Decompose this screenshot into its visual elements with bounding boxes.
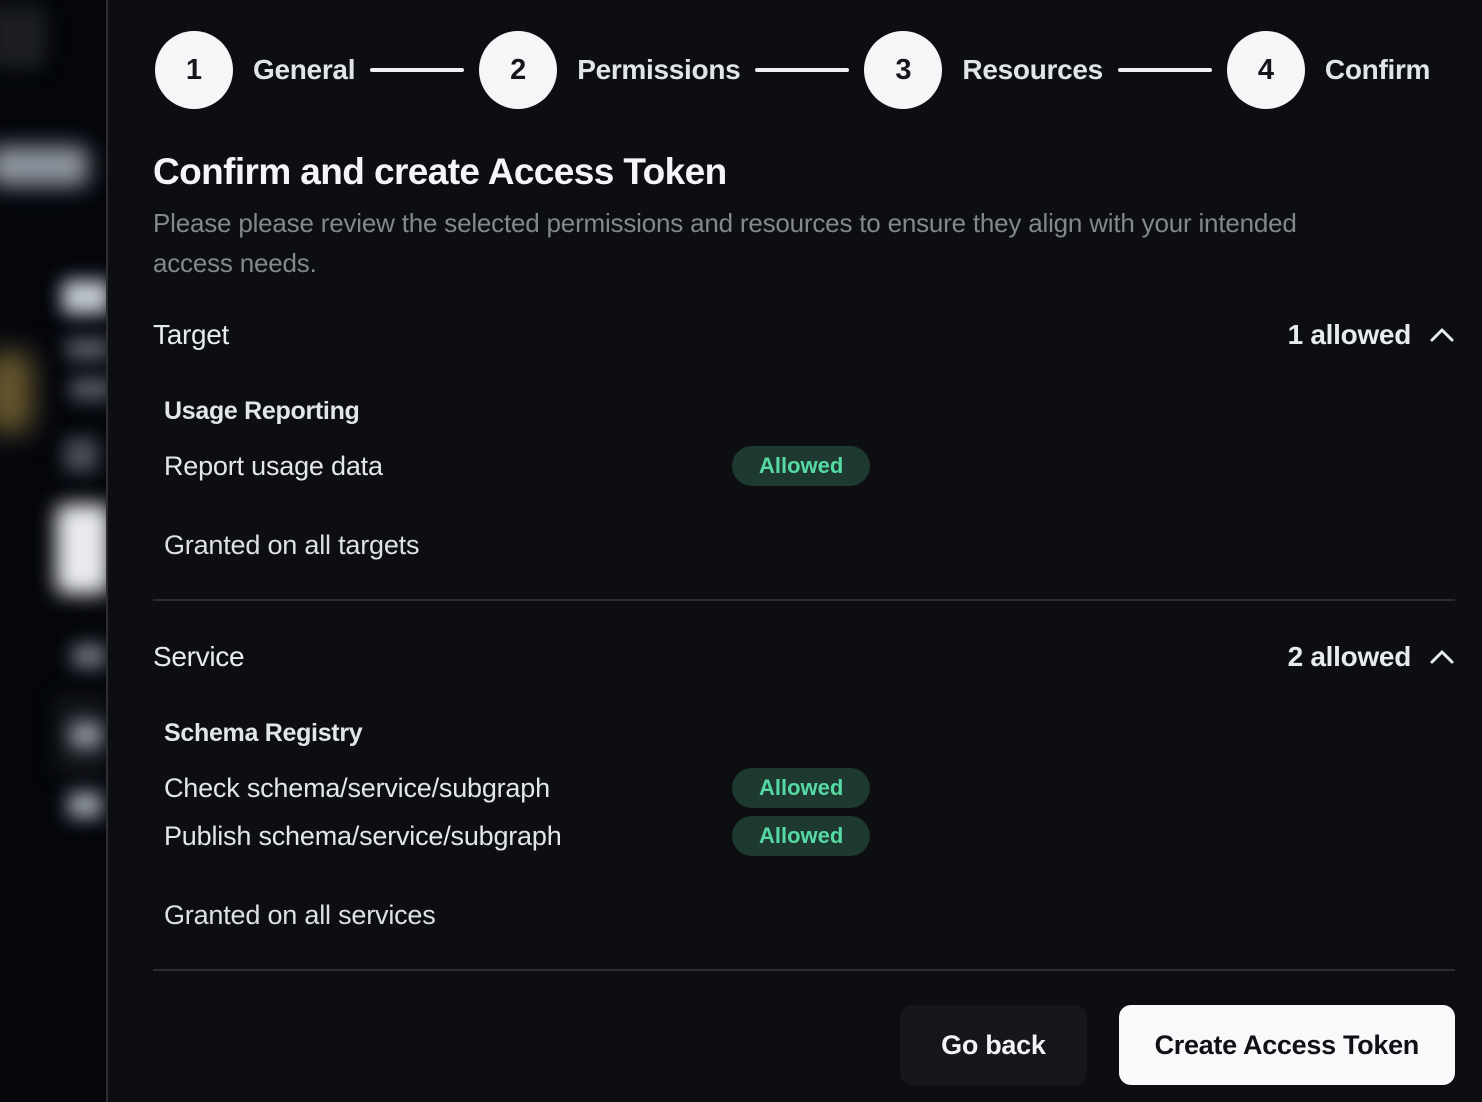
stepper-step-resources[interactable]: 3 Resources	[864, 31, 1103, 109]
step-label: Confirm	[1325, 54, 1430, 86]
section-target: Target 1 allowed Usage Reporting Report …	[153, 319, 1455, 561]
footer-divider	[153, 969, 1455, 971]
chevron-up-icon	[1429, 327, 1455, 343]
stepper-connector	[755, 68, 849, 72]
allowed-status-badge: Allowed	[732, 816, 870, 856]
allowed-status-badge: Allowed	[732, 768, 870, 808]
page-title: Confirm and create Access Token	[153, 151, 1455, 193]
permission-group-title: Schema Registry	[153, 719, 1455, 748]
target-collapse-toggle[interactable]: 1 allowed	[1288, 319, 1455, 351]
create-access-token-modal: 1 General 2 Permissions 3 Resources 4 Co…	[106, 0, 1482, 1102]
blurred-label	[68, 792, 102, 818]
permission-list: Check schema/service/subgraph Allowed Pu…	[153, 768, 1455, 856]
section-title: Target	[153, 319, 229, 351]
create-access-token-button[interactable]: Create Access Token	[1119, 1005, 1455, 1085]
stepper-connector	[1118, 68, 1212, 72]
page-description: Please please review the selected permis…	[153, 203, 1383, 283]
go-back-button[interactable]: Go back	[900, 1005, 1086, 1085]
chevron-up-icon	[1429, 649, 1455, 665]
blurred-sidebar-card	[0, 6, 46, 68]
modal-footer: Go back Create Access Token	[153, 1005, 1455, 1085]
permission-label: Check schema/service/subgraph	[164, 773, 732, 804]
step-number-badge: 3	[864, 31, 942, 109]
step-number-badge: 4	[1227, 31, 1305, 109]
permission-row: Check schema/service/subgraph Allowed	[153, 768, 1455, 808]
section-service-header: Service 2 allowed	[153, 641, 1455, 673]
service-collapse-toggle[interactable]: 2 allowed	[1288, 641, 1455, 673]
stepper: 1 General 2 Permissions 3 Resources 4 Co…	[155, 31, 1455, 109]
step-label: Resources	[962, 54, 1103, 86]
allowed-status-badge: Allowed	[732, 446, 870, 486]
permission-row: Publish schema/service/subgraph Allowed	[153, 816, 1455, 856]
permission-row: Report usage data Allowed	[153, 446, 1455, 486]
stepper-step-permissions[interactable]: 2 Permissions	[479, 31, 740, 109]
step-number-badge: 2	[479, 31, 557, 109]
step-number-badge: 1	[155, 31, 233, 109]
section-title: Service	[153, 641, 244, 673]
blurred-icon-box	[64, 438, 98, 472]
granted-note: Granted on all services	[153, 900, 1455, 931]
allowed-count: 1 allowed	[1288, 319, 1411, 351]
blurred-sidebar-nav-item	[0, 146, 88, 186]
stepper-step-general[interactable]: 1 General	[155, 31, 355, 109]
section-service: Service 2 allowed Schema Registry Check …	[153, 641, 1455, 931]
permission-label: Publish schema/service/subgraph	[164, 821, 732, 852]
blurred-background-text	[66, 338, 110, 360]
step-label: General	[253, 54, 355, 86]
blurred-warning-panel	[0, 352, 32, 432]
blurred-label	[72, 644, 106, 668]
blurred-label	[70, 722, 102, 748]
permission-group-title: Usage Reporting	[153, 397, 1455, 426]
permission-list: Report usage data Allowed	[153, 446, 1455, 486]
stepper-connector	[370, 68, 464, 72]
blurred-white-card	[56, 504, 110, 594]
section-divider	[153, 599, 1455, 601]
allowed-count: 2 allowed	[1288, 641, 1411, 673]
stepper-step-confirm[interactable]: 4 Confirm	[1227, 31, 1430, 109]
step-label: Permissions	[577, 54, 740, 86]
section-target-header: Target 1 allowed	[153, 319, 1455, 351]
granted-note: Granted on all targets	[153, 530, 1455, 561]
blurred-background-heading	[62, 280, 110, 314]
permission-label: Report usage data	[164, 451, 732, 482]
